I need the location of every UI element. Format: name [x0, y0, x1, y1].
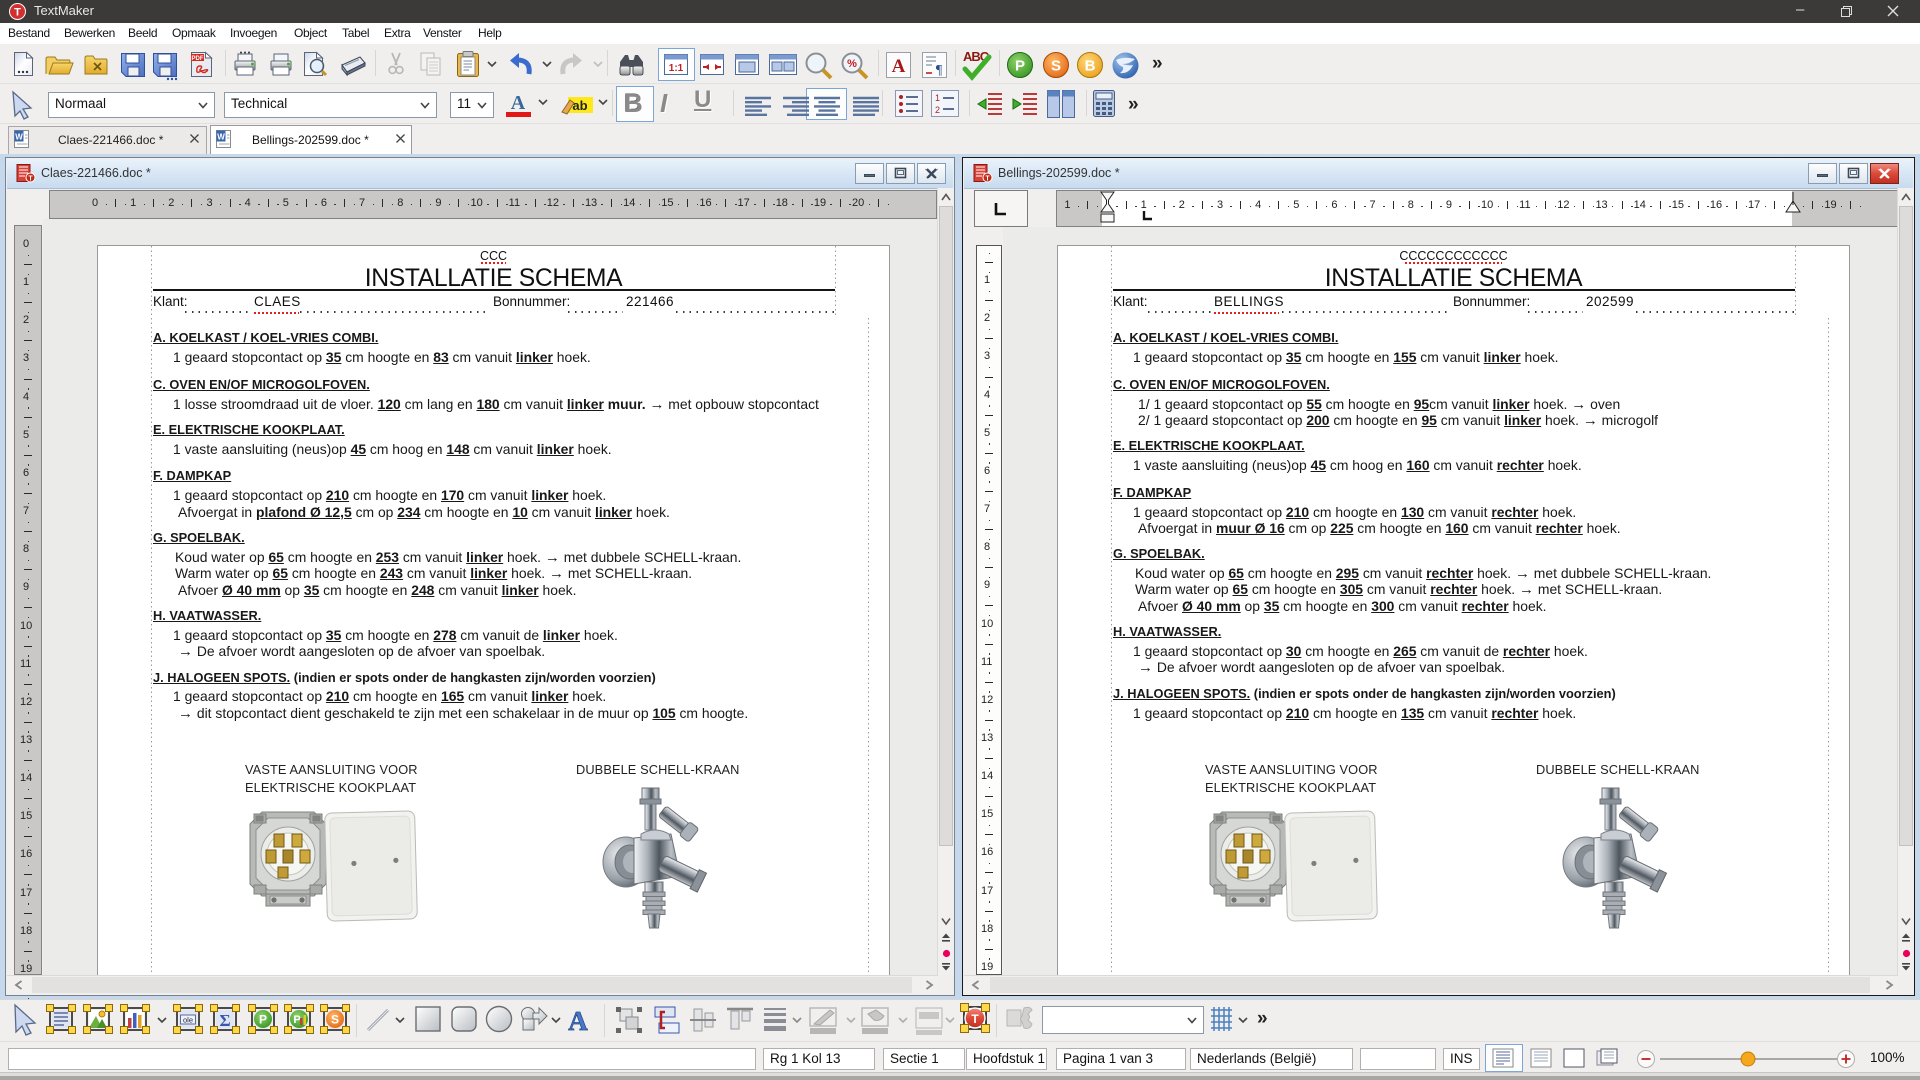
svg-text:A: A [892, 56, 906, 77]
svg-text:A: A [511, 92, 526, 114]
svg-text:T: T [971, 1012, 979, 1026]
svg-text:¶: ¶ [936, 63, 943, 78]
svg-text:ole: ole [183, 1016, 193, 1025]
svg-text:1:1: 1:1 [669, 63, 684, 74]
svg-text:B: B [1085, 58, 1096, 75]
svg-text:P: P [259, 1013, 267, 1027]
svg-text:W: W [217, 133, 225, 142]
svg-text:P: P [293, 1014, 300, 1026]
svg-text:S: S [331, 1013, 339, 1027]
svg-text:PDF: PDF [192, 56, 204, 62]
svg-text:2: 2 [935, 105, 940, 115]
svg-text:%: % [847, 58, 857, 70]
svg-text:ab: ab [572, 98, 587, 113]
svg-text:W: W [15, 133, 23, 142]
svg-text:T: T [985, 176, 990, 183]
svg-text:S: S [1051, 58, 1061, 75]
svg-text:1: 1 [935, 93, 940, 103]
svg-text:P: P [1015, 58, 1025, 75]
svg-text:A: A [568, 1006, 588, 1036]
svg-text:T: T [28, 176, 33, 183]
svg-text:T: T [14, 7, 21, 19]
svg-text:Σ: Σ [219, 1011, 230, 1030]
